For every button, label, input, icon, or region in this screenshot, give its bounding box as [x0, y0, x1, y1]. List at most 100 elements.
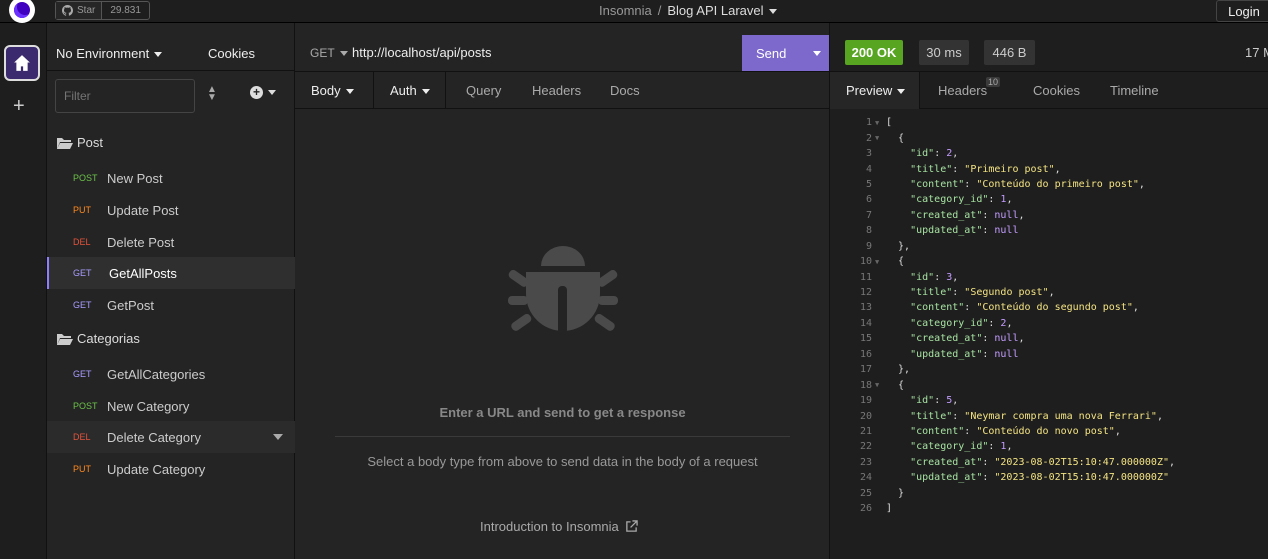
code-line: 12 "title": "Segundo post", [830, 285, 1268, 300]
folder-post[interactable]: Post [57, 135, 103, 150]
code-text: }, [886, 240, 911, 252]
request-name: Update Category [107, 461, 206, 477]
code-line: 22 "category_id": 1, [830, 439, 1268, 454]
code-text: "category_id": 1, [910, 194, 1013, 206]
sidebar-item-update-post[interactable]: PUT Update Post [47, 194, 295, 226]
code-text: "category_id": 1, [910, 441, 1013, 453]
plus-circle-icon: + [250, 86, 263, 99]
tab-auth[interactable]: Auth [390, 83, 430, 98]
chevron-down-icon [154, 52, 163, 58]
empty-state-hint: Select a body type from above to send da… [367, 454, 758, 469]
tab-body[interactable]: Body [311, 83, 354, 98]
cookies-button[interactable]: Cookies [208, 46, 255, 61]
sidebar-item-getallposts[interactable]: GET GetAllPosts [47, 257, 295, 289]
line-number: 25 [859, 487, 872, 499]
headers-count-badge: 10 [986, 77, 1001, 87]
line-number: 22 [859, 441, 872, 453]
code-line: 6 "category_id": 1, [830, 192, 1268, 207]
sort-icon[interactable]: ▲ ▼ [207, 85, 217, 103]
request-name: New Post [107, 170, 163, 186]
url-input[interactable]: http://localhost/api/posts [352, 45, 491, 60]
workspace-title[interactable]: Insomnia / Blog API Laravel [599, 3, 777, 18]
sidebar: No Environment Cookies ▲▼ + Post POST Ne… [47, 23, 295, 559]
star-label: Star [77, 5, 96, 16]
divider [47, 70, 295, 71]
request-name: Update Post [107, 202, 179, 218]
fold-arrow-icon[interactable]: ▼ [872, 119, 886, 127]
response-pane: 200 OK 30 ms 446 B 17 M Preview Headers1… [830, 23, 1268, 559]
tab-headers[interactable]: Headers [532, 83, 581, 98]
chevron-down-icon[interactable] [273, 434, 283, 440]
line-number: 2 [865, 132, 872, 144]
fold-arrow-icon[interactable]: ▼ [872, 134, 886, 142]
sidebar-item-new-category[interactable]: POST New Category [47, 390, 295, 422]
code-line: 5 "content": "Conteúdo do primeiro post"… [830, 177, 1268, 192]
breadcrumb-separator: / [657, 3, 662, 18]
left-rail: + [0, 23, 47, 559]
tab-response-headers[interactable]: Headers 10 [938, 77, 1001, 98]
github-star-button[interactable]: Star 29.831 [55, 1, 150, 20]
fold-arrow-icon[interactable]: ▼ [872, 258, 886, 266]
sidebar-item-update-category[interactable]: PUT Update Category [47, 453, 295, 485]
line-number: 21 [859, 425, 872, 437]
folder-open-icon [57, 137, 73, 149]
code-text: "created_at": "2023-08-02T15:10:47.00000… [910, 456, 1176, 468]
tab-timeline[interactable]: Timeline [1110, 83, 1159, 98]
line-number: 6 [865, 194, 872, 206]
code-text: "content": "Conteúdo do segundo post", [910, 302, 1139, 314]
fold-arrow-icon[interactable]: ▼ [872, 381, 886, 389]
request-pane: GET http://localhost/api/posts Send Body… [295, 23, 830, 559]
sidebar-item-new-post[interactable]: POST New Post [47, 162, 295, 194]
tab-query[interactable]: Query [466, 83, 501, 98]
add-icon[interactable]: + [13, 95, 25, 118]
sidebar-item-getallcategories[interactable]: GET GetAllCategories [47, 358, 295, 390]
code-line: 13 "content": "Conteúdo do segundo post"… [830, 300, 1268, 315]
code-line: 26] [830, 501, 1268, 516]
chevron-down-icon[interactable] [813, 50, 821, 56]
send-button[interactable]: Send [742, 35, 829, 71]
code-text: "id": 2, [910, 148, 959, 160]
code-line: 7 "created_at": null, [830, 208, 1268, 223]
method-badge: PUT [73, 464, 91, 474]
code-text: { [886, 132, 905, 144]
folder-categorias[interactable]: Categorias [57, 331, 140, 346]
method-selector[interactable]: GET [310, 46, 348, 60]
code-line: 17 }, [830, 362, 1268, 377]
tab-docs[interactable]: Docs [610, 83, 640, 98]
star-count: 29.831 [110, 5, 141, 16]
empty-state-title: Enter a URL and send to get a response [439, 405, 686, 420]
line-number: 1 [865, 117, 872, 129]
sidebar-item-delete-post[interactable]: DEL Delete Post [47, 226, 295, 258]
sidebar-item-delete-category[interactable]: DEL Delete Category [47, 421, 295, 453]
line-number: 14 [859, 317, 872, 329]
environment-selector[interactable]: No Environment [56, 46, 163, 61]
line-number: 11 [859, 271, 872, 283]
request-name: GetAllPosts [109, 265, 177, 281]
home-button[interactable] [4, 45, 40, 81]
code-line: 14 "category_id": 2, [830, 316, 1268, 331]
code-line: 10 ▼ { [830, 254, 1268, 269]
code-line: 4 "title": "Primeiro post", [830, 161, 1268, 176]
code-line: 9 }, [830, 239, 1268, 254]
tab-cookies[interactable]: Cookies [1033, 83, 1080, 98]
method-badge: GET [73, 268, 92, 278]
project-name[interactable]: Blog API Laravel [667, 3, 777, 18]
code-line: 23 "created_at": "2023-08-02T15:10:47.00… [830, 455, 1268, 470]
chevron-down-icon [768, 9, 777, 15]
method-badge: POST [73, 401, 98, 411]
insomnia-logo[interactable] [9, 0, 35, 23]
filter-input[interactable] [55, 79, 195, 113]
code-text: "title": "Segundo post", [910, 287, 1055, 299]
tab-preview[interactable]: Preview [846, 83, 906, 98]
create-button[interactable]: + [250, 86, 276, 99]
code-line: 8 "updated_at": null [830, 223, 1268, 238]
sidebar-item-getpost[interactable]: GET GetPost [47, 289, 295, 321]
login-button[interactable]: Login [1216, 0, 1268, 22]
code-text: "id": 3, [910, 271, 959, 283]
intro-link[interactable]: Introduction to Insomnia [480, 519, 638, 534]
line-number: 17 [859, 364, 872, 376]
line-number: 3 [865, 148, 872, 160]
response-body-viewer[interactable]: 1 ▼[2 ▼ {3 "id": 2, 4 "title": "Primeiro po… [830, 115, 1268, 516]
request-name: New Category [107, 398, 190, 414]
code-text: "updated_at": null [910, 348, 1019, 360]
